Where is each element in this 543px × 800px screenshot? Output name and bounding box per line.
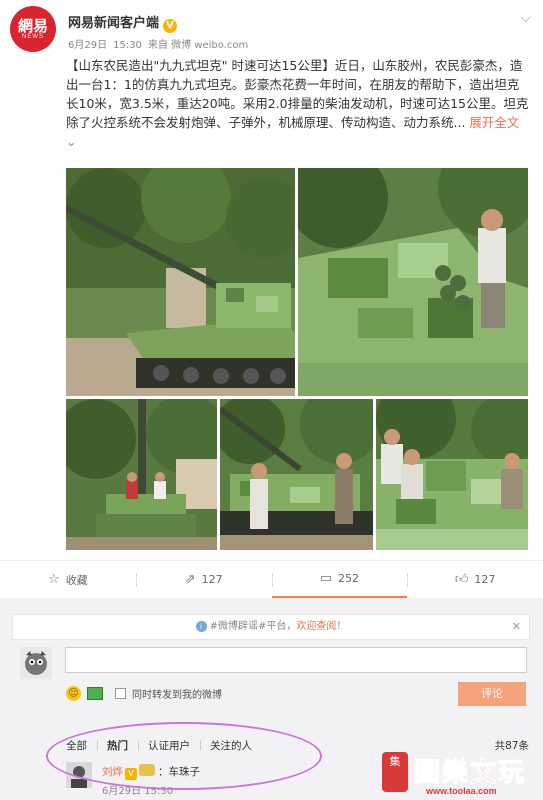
post-source: 来自 微博 weibo.com — [147, 40, 249, 51]
rumor-notice-banner: i #微博辟谣#平台，欢迎查阅！ ✕ — [12, 614, 530, 640]
post-title: 【山东农民造出"九九式坦克" 时速可达15公里】 — [66, 58, 335, 73]
post-menu-chevron-icon[interactable]: ⌵ — [520, 10, 531, 26]
comment-time: 6月29日 15:30 — [102, 786, 174, 797]
repost-count: 127 — [201, 573, 223, 586]
post-time[interactable]: 15:30 — [113, 40, 142, 51]
comment-icon: ▭ — [319, 571, 333, 586]
notice-link[interactable]: 欢迎查阅！ — [296, 621, 346, 632]
photo-side-view[interactable] — [220, 399, 373, 550]
commenter-avatar-image — [66, 762, 92, 788]
notice-prefix: #微博辟谣#平台， — [209, 621, 297, 632]
watermark: 集 圖樂文玩 www.toolaa.com — [382, 752, 542, 798]
thumbs-up-icon: 👍︎ — [454, 572, 469, 587]
photo-top-view-image — [376, 399, 528, 550]
repost-checkbox[interactable] — [115, 687, 126, 699]
avatar-logo: 網易 — [17, 17, 48, 35]
info-icon: i — [195, 621, 207, 632]
filter-tab-following[interactable]: 关注的人 — [200, 738, 262, 753]
photo-front-view-image — [66, 399, 217, 550]
chevron-down-icon: ⌄ — [66, 134, 77, 149]
post-date[interactable]: 6月29日 — [68, 40, 107, 51]
close-icon[interactable]: ✕ — [512, 615, 521, 639]
author-avatar[interactable]: 網易 NEWS — [10, 6, 56, 52]
comment-line: 刘烨 V ：车珠子 — [102, 764, 200, 780]
like-count: 127 — [474, 573, 496, 586]
post-header: 網易 NEWS 网易新闻客户端 V 6月29日 15:30 来自 微博 weibo.c… — [0, 0, 543, 52]
star-icon: ☆ — [48, 572, 60, 587]
comment-filter-tabs: 全部 热门 认证用户 关注的人 — [66, 738, 262, 753]
post-text: 【山东农民造出"九九式坦克" 时速可达15公里】近日，山东胶州，农民彭豪杰，造出… — [66, 56, 530, 151]
emoji-icon[interactable]: ☺ — [66, 685, 81, 701]
avatar-logo-en: NEWS — [22, 34, 44, 40]
photo-side-view-image — [220, 399, 373, 550]
watermark-url: www.toolaa.com — [426, 786, 497, 796]
photo-front-view[interactable] — [66, 399, 217, 550]
post-meta: 6月29日 15:30 来自 微博 weibo.com — [68, 36, 254, 51]
comment-separator: ： — [158, 766, 169, 778]
watermark-stamp: 集 — [382, 752, 408, 792]
repost-icon: ⇗ — [184, 572, 196, 587]
like-button[interactable]: 👍︎ 127 — [407, 561, 543, 598]
photo-turret-closeup-image — [298, 168, 528, 396]
expand-label: 展开全文 — [469, 115, 520, 130]
repost-checkbox-label: 同时转发到我的微博 — [132, 689, 222, 701]
member-badge-icon — [139, 764, 155, 776]
comment-count: 252 — [338, 572, 360, 585]
vip-icon: V — [125, 768, 137, 780]
commenter-avatar[interactable] — [66, 762, 92, 788]
author-name-row: 网易新闻客户端 V — [68, 12, 178, 33]
current-user-avatar-image — [20, 647, 52, 679]
filter-tab-hot[interactable]: 热门 — [97, 738, 138, 753]
comment-button[interactable]: ▭ 252 — [271, 561, 408, 598]
verified-icon: V — [163, 19, 178, 33]
current-user-avatar[interactable] — [20, 647, 52, 679]
repost-button[interactable]: ⇗ 127 — [135, 561, 272, 598]
favorite-button[interactable]: ☆ 收藏 — [0, 561, 136, 598]
post-action-bar: ☆ 收藏 ⇗ 127 ▭ 252 👍︎ 127 — [0, 560, 543, 598]
favorite-label: 收藏 — [65, 573, 88, 587]
photo-top-view[interactable] — [376, 399, 528, 550]
comment-total: 共87条 — [494, 740, 529, 752]
photo-tank-left[interactable] — [66, 168, 295, 396]
comment-user[interactable]: 刘烨 — [102, 766, 123, 778]
author-name[interactable]: 网易新闻客户端 — [68, 16, 159, 31]
watermark-text: 圖樂文玩 — [413, 758, 527, 789]
filter-tab-verified[interactable]: 认证用户 — [138, 738, 200, 753]
filter-tab-all[interactable]: 全部 — [66, 738, 97, 753]
photo-turret-closeup[interactable] — [298, 168, 528, 396]
comment-tool-row: ☺ 同时转发到我的微博 — [66, 684, 222, 702]
comment-input[interactable] — [65, 647, 527, 673]
comment-text: 车珠子 — [168, 766, 201, 778]
photo-gallery — [66, 168, 528, 550]
submit-comment-button[interactable]: 评论 — [458, 682, 526, 706]
picture-icon[interactable] — [87, 686, 103, 700]
photo-tank-left-image — [66, 168, 295, 396]
